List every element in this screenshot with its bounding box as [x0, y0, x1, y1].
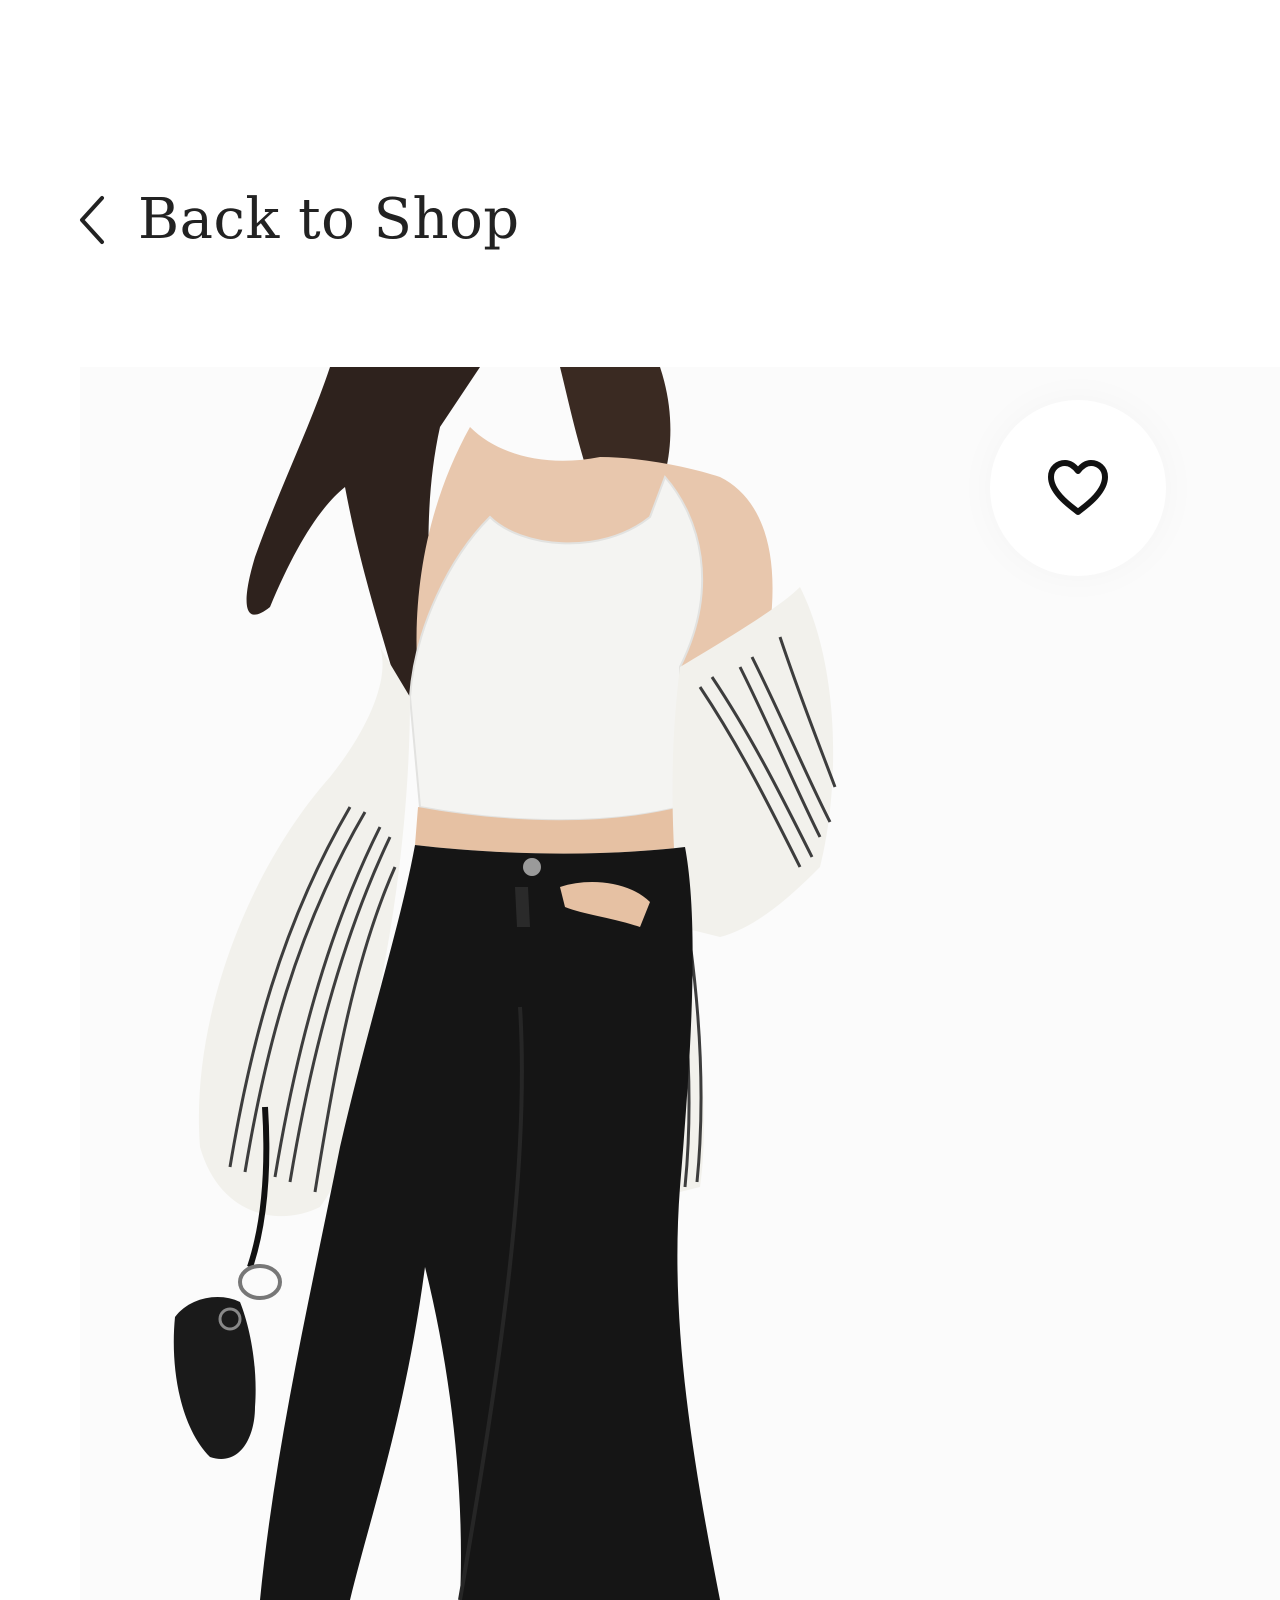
back-to-shop-link[interactable]: Back to Shop: [76, 188, 520, 252]
chevron-left-icon: [80, 196, 104, 244]
wishlist-button[interactable]: [990, 400, 1166, 576]
back-to-shop-label: Back to Shop: [138, 187, 520, 252]
heart-outline-icon: [1048, 460, 1108, 515]
